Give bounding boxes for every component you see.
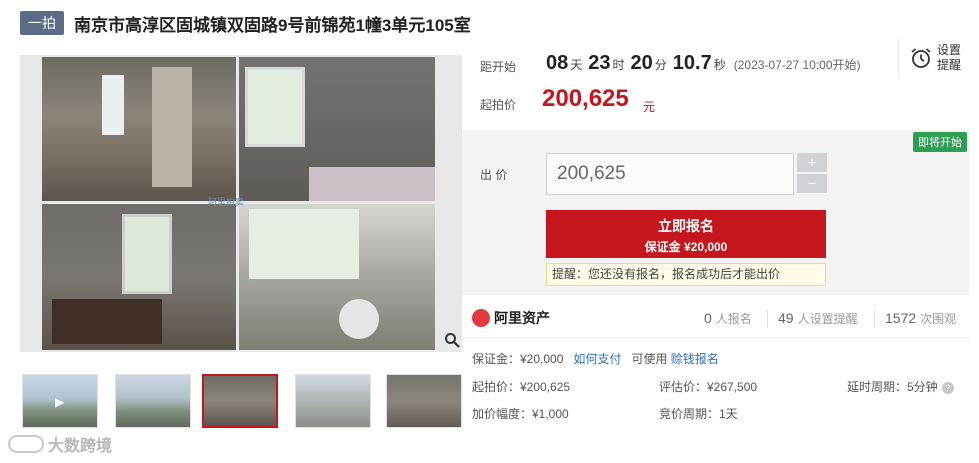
watermark-logo-icon bbox=[8, 435, 44, 453]
auction-info: 距开始 08 天 23 时 20 分 10.7 秒 (2023-07-27 10… bbox=[462, 38, 969, 130]
photo-room-2 bbox=[239, 57, 435, 201]
ali-assets-logo[interactable]: 阿里资产 bbox=[472, 308, 550, 328]
alarm-clock-icon bbox=[911, 48, 931, 68]
seconds-unit: 秒 bbox=[713, 58, 726, 72]
stats-bar: 阿里资产 0 人报名 49 人设置提醒 1572 次围观 bbox=[462, 298, 969, 338]
main-photo[interactable]: 阿里拍卖 bbox=[20, 55, 462, 352]
signup-count: 0 人报名 bbox=[704, 310, 752, 327]
start-price: 200,625 bbox=[542, 85, 629, 112]
register-now-button[interactable]: 立即报名 保证金 ¥20,000 bbox=[546, 210, 826, 258]
days-unit: 天 bbox=[570, 58, 583, 72]
title-bar: 一拍 南京市高淳区固城镇双固路9号前锦苑1幢3单元105室 bbox=[20, 10, 471, 36]
loan-signup-link[interactable]: 赊钱报名 bbox=[671, 352, 719, 366]
reminder-number: 49 bbox=[778, 310, 794, 326]
appraisal-price: 评估价：¥267,500 bbox=[659, 380, 758, 394]
bid-panel: 即将开始 出 价 200,625 + − 立即报名 保证金 ¥20,000 提醒… bbox=[462, 130, 969, 295]
countdown-minutes: 20 bbox=[630, 52, 653, 74]
thumbnail-selected[interactable] bbox=[202, 374, 278, 428]
countdown-hours: 23 bbox=[588, 52, 611, 74]
photo-room-4 bbox=[239, 204, 435, 350]
usable-text: 可使用 bbox=[631, 352, 668, 366]
view-number: 1572 bbox=[885, 310, 917, 326]
how-to-pay-link[interactable]: 如何支付 bbox=[573, 352, 621, 366]
signup-number: 0 bbox=[704, 310, 712, 326]
minutes-unit: 分 bbox=[654, 58, 667, 72]
set-reminder-button[interactable]: 设置 提醒 bbox=[898, 38, 970, 78]
watermark-text: 大数跨境 bbox=[48, 438, 113, 455]
photo-room-3 bbox=[42, 204, 236, 350]
view-label: 次围观 bbox=[920, 312, 957, 326]
increase-bid-button[interactable]: + bbox=[797, 153, 827, 172]
reminder-count: 49 人设置提醒 bbox=[778, 310, 858, 327]
deposit-row: 保证金：¥20,000 如何支付 可使用 赊钱报名 bbox=[472, 350, 719, 367]
bidding-cycle: 竞价周期：1天 bbox=[659, 407, 738, 421]
bid-label: 出 价 bbox=[480, 168, 508, 182]
countdown-seconds: 10.7 bbox=[672, 52, 712, 74]
start-price-label: 起拍价 bbox=[480, 98, 517, 112]
auction-details: 保证金：¥20,000 如何支付 可使用 赊钱报名 起拍价：¥200,625 评… bbox=[462, 340, 969, 430]
photo-watermark: 阿里拍卖 bbox=[208, 197, 245, 207]
start-price-detail: 起拍价：¥200,625 bbox=[472, 380, 571, 394]
brand-watermark: 大数跨境 bbox=[8, 432, 112, 456]
page-title: 南京市高淳区固城镇双固路9号前锦苑1幢3单元105室 bbox=[74, 15, 471, 35]
thumbnail-video[interactable]: ▶ bbox=[22, 374, 98, 428]
price-unit: 元 bbox=[643, 100, 656, 114]
countdown: 08 天 23 时 20 分 10.7 秒 (2023-07-27 10:00开… bbox=[546, 52, 861, 75]
countdown-days: 08 bbox=[546, 52, 569, 74]
thumbnail[interactable] bbox=[386, 374, 462, 428]
deposit-label: 保证金 ¥20,000 bbox=[644, 240, 728, 254]
divider bbox=[874, 310, 875, 328]
register-button-label: 立即报名 bbox=[658, 218, 714, 234]
deposit-value: 保证金：¥20,000 bbox=[472, 352, 564, 366]
bid-increment: 加价幅度：¥1,000 bbox=[472, 407, 569, 421]
delay-period-value: 延时周期：5分钟 bbox=[847, 380, 938, 394]
play-icon: ▶ bbox=[55, 395, 65, 409]
reminder-line2: 提醒 bbox=[937, 58, 962, 72]
register-tip: 提醒：您还没有报名，报名成功后才能出价 bbox=[546, 263, 826, 286]
brand-name: 阿里资产 bbox=[494, 310, 550, 326]
view-count: 1572 次围观 bbox=[885, 310, 956, 327]
reminder-label: 设置 提醒 bbox=[937, 43, 961, 73]
status-badge: 即将开始 bbox=[913, 132, 967, 152]
bid-amount-input[interactable]: 200,625 bbox=[546, 153, 794, 195]
help-icon[interactable]: ? bbox=[941, 382, 954, 394]
search-icon[interactable] bbox=[444, 332, 460, 348]
photo-room-1 bbox=[42, 57, 236, 201]
reminder-line1: 设置 bbox=[937, 43, 962, 57]
delay-period: 延时周期：5分钟? bbox=[847, 378, 954, 395]
start-time: (2023-07-27 10:00开始) bbox=[733, 58, 861, 72]
signup-label: 人报名 bbox=[715, 312, 752, 326]
ali-logo-icon bbox=[472, 309, 490, 327]
decrease-bid-button[interactable]: − bbox=[797, 174, 827, 193]
divider bbox=[767, 310, 768, 328]
thumbnail[interactable] bbox=[295, 374, 371, 428]
countdown-label: 距开始 bbox=[480, 60, 517, 74]
thumbnail-strip: ▶ bbox=[20, 372, 462, 430]
thumbnail[interactable] bbox=[115, 374, 191, 428]
reminder-count-label: 人设置提醒 bbox=[797, 312, 858, 326]
hours-unit: 时 bbox=[612, 58, 625, 72]
auction-type-tag: 一拍 bbox=[20, 11, 64, 35]
